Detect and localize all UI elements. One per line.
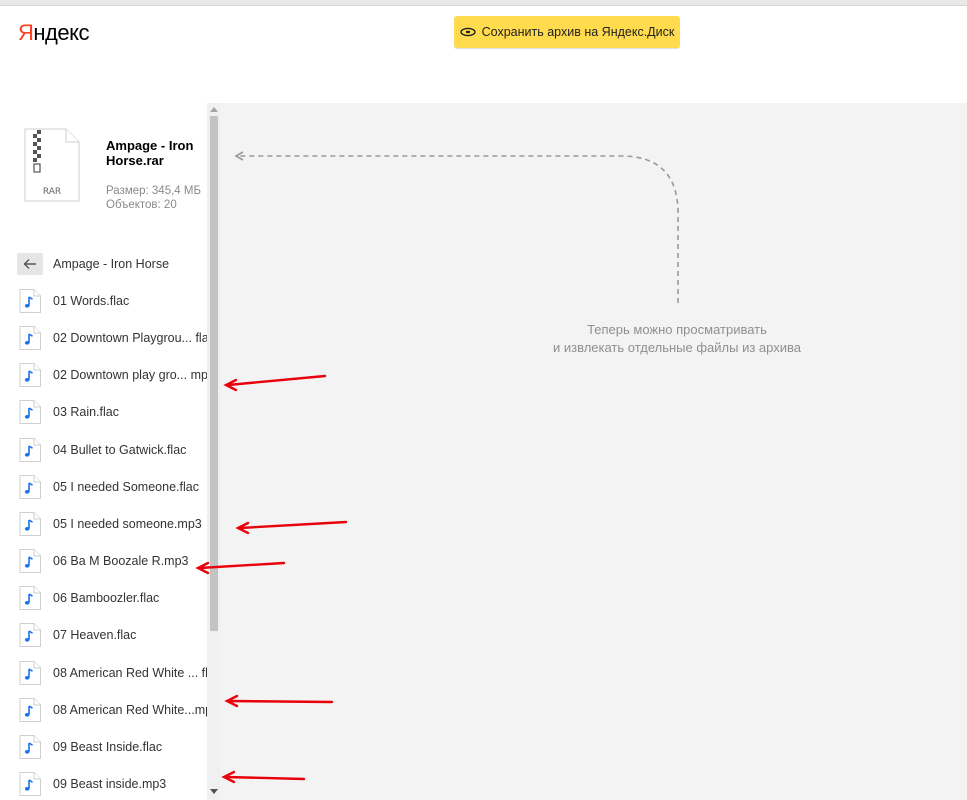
sidebar-scrollbar[interactable] [207, 103, 220, 800]
file-row[interactable]: 05 I needed someone.mp3 [0, 505, 207, 542]
file-row[interactable]: 05 I needed Someone.flac [0, 468, 207, 505]
file-name: 01 Words.flac [53, 293, 130, 308]
toolbar-area [0, 60, 967, 103]
folder-name: Ampage - Iron Horse [53, 256, 170, 271]
archive-info-card: RAR Ampage - Iron Horse.rar Размер: 345,… [0, 103, 207, 243]
file-name: 08 American Red White...mp3 [53, 702, 207, 717]
svg-text:RAR: RAR [43, 187, 61, 197]
file-name: 06 Ba M Boozale R.mp3 [53, 554, 189, 569]
file-row[interactable]: 01 Words.flac [0, 282, 207, 319]
audio-file-icon [19, 772, 41, 797]
audio-file-icon [19, 697, 41, 722]
file-name: 02 Downtown Playgrou... flac [53, 330, 207, 345]
file-name: 09 Beast inside.mp3 [53, 777, 167, 792]
file-name: 09 Beast Inside.flac [53, 740, 163, 755]
audio-file-icon [19, 735, 41, 760]
file-row[interactable]: 02 Downtown Playgrou... flac [0, 319, 207, 356]
scroll-down-arrow[interactable] [210, 789, 218, 794]
scrollbar-thumb[interactable] [210, 116, 218, 631]
audio-file-icon [19, 549, 41, 574]
archive-meta: Размер: 345,4 МБ Объектов: 20 [106, 184, 206, 212]
header: Яндекс Сохранить архив на Яндекс.Диск [0, 6, 967, 60]
archive-view: RAR Ampage - Iron Horse.rar Размер: 345,… [0, 103, 967, 800]
file-name: 08 American Red White ... flac [53, 665, 207, 680]
file-name: 05 I needed someone.mp3 [53, 516, 202, 531]
rar-file-icon: RAR [24, 128, 80, 202]
file-row[interactable]: 03 Rain.flac [0, 394, 207, 431]
archive-sidebar: RAR Ampage - Iron Horse.rar Размер: 345,… [0, 103, 207, 800]
scroll-up-arrow[interactable] [210, 107, 218, 112]
archive-size: Размер: 345,4 МБ [106, 185, 202, 197]
file-name: 04 Bullet to Gatwick.flac [53, 442, 187, 457]
file-row[interactable]: 06 Ba M Boozale R.mp3 [0, 543, 207, 580]
audio-file-icon [19, 325, 41, 350]
file-name: 03 Rain.flac [53, 405, 120, 420]
hint-text: Теперь можно просматривать и извлекать о… [520, 321, 834, 357]
audio-file-icon [19, 660, 41, 685]
file-row[interactable]: 08 American Red White...mp3 [0, 691, 207, 728]
save-to-disk-button[interactable]: Сохранить архив на Яндекс.Диск [454, 16, 680, 48]
archive-object-count: Объектов: 20 [106, 199, 177, 211]
audio-file-icon [19, 586, 41, 611]
file-row[interactable]: 09 Beast Inside.flac [0, 728, 207, 765]
audio-file-icon [19, 511, 41, 536]
file-row[interactable]: 08 American Red White ... flac [0, 654, 207, 691]
save-button-label: Сохранить архив на Яндекс.Диск [481, 25, 675, 39]
file-row[interactable]: 06 Bamboozler.flac [0, 580, 207, 617]
audio-file-icon [19, 400, 41, 425]
audio-file-icon [19, 474, 41, 499]
yandex-logo[interactable]: Яндекс [18, 20, 89, 46]
file-name: 07 Heaven.flac [53, 628, 137, 643]
file-list: Ampage - Iron Horse 01 Words.flac 02 Down… [0, 245, 207, 800]
file-name: 05 I needed Someone.flac [53, 479, 199, 494]
folder-row[interactable]: Ampage - Iron Horse [0, 245, 207, 282]
file-row[interactable]: 04 Bullet to Gatwick.flac [0, 431, 207, 468]
file-row[interactable]: 09 Beast inside.mp3 [0, 766, 207, 800]
file-row[interactable]: 07 Heaven.flac [0, 617, 207, 654]
disk-icon [459, 27, 476, 37]
audio-file-icon [19, 363, 41, 388]
audio-file-icon [19, 623, 41, 648]
hint-line-1: Теперь можно просматривать [587, 322, 767, 337]
hint-line-2: и извлекать отдельные файлы из архива [553, 340, 801, 355]
archive-name: Ampage - Iron Horse.rar [106, 138, 194, 168]
file-name: 06 Bamboozler.flac [53, 591, 160, 606]
file-name: 02 Downtown play gro... mp3 [53, 368, 207, 383]
audio-file-icon [19, 437, 41, 462]
file-row[interactable]: 02 Downtown play gro... mp3 [0, 357, 207, 394]
audio-file-icon [19, 288, 41, 313]
